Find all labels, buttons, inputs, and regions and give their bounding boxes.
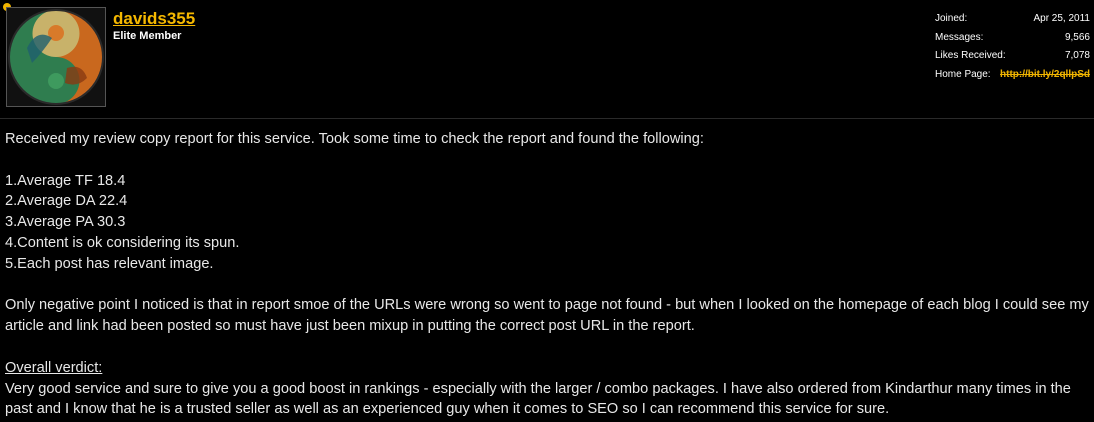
stat-label: Joined: <box>935 13 968 24</box>
stat-value: 7,078 <box>1064 50 1090 61</box>
stat-value: 9,566 <box>1064 31 1090 43</box>
stat-label: Likes Received: <box>935 50 1006 61</box>
list-item: 3.Average PA 30.3 <box>5 214 126 231</box>
stat-label: Home Page: <box>935 68 991 80</box>
user-title: Elite Member <box>113 30 182 42</box>
stat-label: Messages: <box>935 31 984 43</box>
verdict-text: Very good service and sure to give you a… <box>5 380 1071 418</box>
stat-value: Apr 25, 2011 <box>1033 13 1090 24</box>
verdict-heading: Overall verdict: <box>5 359 103 376</box>
list-item: 1.Average TF 18.4 <box>5 172 126 189</box>
stat-likes: Likes Received: 7,078 <box>935 50 1090 69</box>
list-item: 2.Average DA 22.4 <box>5 193 128 210</box>
stat-messages: Messages: 9,566 <box>935 32 1090 51</box>
homepage-link[interactable]: http://bit.ly/2qllpSd <box>1000 69 1090 88</box>
post-intro: Received my review copy report for this … <box>5 131 704 147</box>
username-link[interactable]: davids355 <box>113 9 195 29</box>
stat-joined: Joined: Apr 25, 2011 <box>935 13 1090 32</box>
post-negative-point: Only negative point I noticed is that in… <box>5 297 1089 335</box>
user-stats: Joined: Apr 25, 2011 Messages: 9,566 Lik… <box>935 13 1090 87</box>
avatar-dragon-tiger-image <box>8 9 104 105</box>
header-divider <box>0 118 1094 119</box>
list-item: 5.Each post has relevant image. <box>5 255 214 272</box>
post-body: Received my review copy report for this … <box>5 129 1090 420</box>
avatar[interactable] <box>6 7 106 107</box>
list-item: 4.Content is ok considering its spun. <box>5 234 240 251</box>
stat-homepage: Home Page: http://bit.ly/2qllpSd <box>935 69 1090 88</box>
